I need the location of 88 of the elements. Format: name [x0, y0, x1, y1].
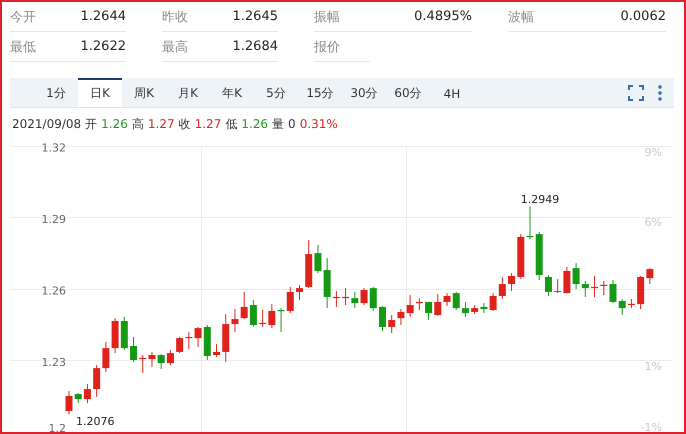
candlestick — [176, 336, 184, 354]
field-label: 报价 — [314, 38, 340, 56]
candlestick — [498, 276, 506, 300]
field-value: 1.2644 — [80, 9, 126, 24]
quote-change: 0.31% — [300, 117, 338, 131]
candlestick — [646, 268, 654, 285]
period-tab[interactable]: 5分 — [254, 78, 298, 107]
candlestick — [425, 301, 432, 321]
candlestick — [74, 392, 82, 404]
candlestick — [563, 266, 570, 294]
period-tab[interactable]: 60分 — [386, 78, 430, 107]
candlestick — [434, 294, 442, 316]
candlestick — [148, 351, 156, 368]
candlestick — [471, 304, 478, 315]
quote-value: 1.26 — [101, 117, 128, 131]
candlestick — [268, 304, 276, 329]
price-axis-label: 1.26 — [42, 284, 66, 298]
quote-label: 低 — [225, 116, 238, 132]
period-tab[interactable]: 年K — [210, 78, 254, 107]
candlestick — [508, 272, 516, 292]
price-axis-label: 1.2 — [48, 422, 66, 432]
candlestick — [609, 280, 616, 304]
period-tab[interactable]: 周K — [122, 78, 166, 107]
field-label: 波幅 — [508, 8, 534, 26]
low-price-label: 1.2076 — [76, 415, 114, 428]
period-tab[interactable]: 15分 — [298, 78, 342, 107]
field-label: 今开 — [10, 8, 36, 26]
candlestick — [618, 298, 626, 316]
field-label: 昨收 — [162, 8, 188, 26]
candlestick — [582, 280, 589, 298]
period-tab[interactable]: 日K — [78, 78, 122, 107]
candlestick — [544, 274, 552, 296]
candlestick — [378, 305, 386, 332]
candlestick — [240, 291, 248, 320]
candlestick — [296, 284, 303, 301]
field-value: 1.2622 — [80, 39, 126, 54]
quote-label: 量 — [272, 116, 284, 132]
quote-label: 收 — [178, 116, 191, 132]
period-tab[interactable]: 月K — [166, 78, 210, 107]
field-value: 1.2645 — [232, 9, 278, 24]
field-value: 0.4895% — [414, 9, 472, 24]
candlestick — [93, 364, 100, 398]
candlestick — [84, 384, 91, 404]
quote-date: 2021/09/08 — [12, 117, 82, 131]
candlestick — [444, 292, 451, 306]
candlestick — [360, 288, 368, 306]
quote-label: 开 — [85, 116, 98, 132]
price-axis-label: 1.23 — [42, 356, 66, 369]
candlestick — [66, 390, 72, 415]
candlestick — [554, 278, 562, 294]
candlestick — [351, 291, 358, 309]
candlestick — [490, 292, 497, 312]
price-axis-label: 1.29 — [42, 213, 66, 226]
candlestick — [314, 244, 322, 274]
quote-value: 0 — [288, 117, 296, 131]
field-label: 最高 — [162, 38, 188, 56]
candlestick — [231, 308, 238, 332]
candlestick — [480, 302, 488, 314]
quote-value: 1.27 — [194, 117, 222, 131]
more-icon[interactable] — [658, 84, 662, 100]
field-value: 1.2684 — [232, 39, 278, 54]
period-tab[interactable]: 30分 — [342, 78, 386, 107]
quote-value: 1.26 — [241, 117, 268, 131]
high-price-label: 1.2949 — [520, 193, 560, 206]
period-tab[interactable]: 4H — [430, 78, 474, 107]
candlestick — [572, 262, 580, 290]
candlestick — [102, 341, 110, 372]
price-axis-label: 1.32 — [42, 142, 66, 155]
field-value: 0.0062 — [620, 9, 666, 24]
quote-value: 1.27 — [148, 117, 175, 131]
field-label: 最低 — [10, 38, 36, 56]
candlestick — [166, 350, 174, 366]
candlestick — [370, 286, 377, 312]
candlestick — [388, 314, 396, 334]
candlestick — [250, 300, 257, 328]
candlestick — [130, 336, 138, 362]
candlestick — [452, 291, 460, 311]
candlestick — [213, 344, 220, 358]
candlestick — [462, 301, 469, 318]
quote-label: 高 — [132, 116, 144, 132]
fullscreen-icon[interactable] — [628, 84, 644, 100]
candlestick — [158, 354, 165, 370]
candlestick — [194, 326, 202, 348]
period-tab[interactable]: 1分 — [34, 78, 78, 107]
candlestick — [286, 286, 294, 314]
candlestick — [397, 308, 404, 326]
field-label: 振幅 — [314, 8, 340, 26]
candlestick — [406, 294, 414, 318]
